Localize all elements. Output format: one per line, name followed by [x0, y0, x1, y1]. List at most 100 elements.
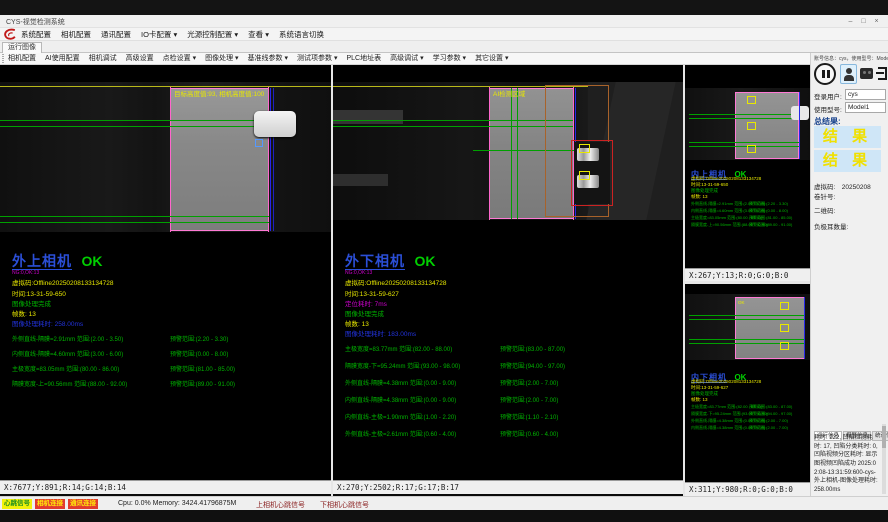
electrode-region: [735, 92, 799, 159]
gripper-clip: [791, 106, 809, 120]
toolbar-item-5[interactable]: 图像处理 ▾: [205, 54, 238, 64]
status-badge-0: 心跳信号: [2, 499, 32, 509]
ai-roi-label: AI检测区域: [493, 88, 525, 98]
measure-line: [689, 146, 799, 147]
close-button[interactable]: ×: [871, 17, 882, 27]
cpu-memory-text: Cpu: 0.0% Memory: 3424.41796875M: [118, 500, 236, 507]
tab-marker-box: [747, 122, 756, 130]
menu-item-6[interactable]: 系统语言切换: [279, 29, 324, 40]
pause-icon: [827, 70, 830, 78]
camera-image-inner-top[interactable]: [685, 88, 810, 160]
user-icon: [846, 68, 852, 74]
camera-view-left[interactable]: 目标高度值:93, 相机高度值:100 外上相机 OK NG:0,OK:13 虚…: [0, 65, 331, 480]
baseline-blue: [799, 92, 800, 159]
device-icon: [868, 71, 871, 74]
maximize-button[interactable]: □: [858, 17, 869, 27]
log-scrollbar[interactable]: [882, 424, 886, 494]
barcode-text: 虚拟码:Offline20250208133134728: [12, 277, 113, 287]
measurement-row: 主极宽度=83.77mm 范围:(82.00 - 88.00)预警范围:(83.…: [345, 344, 680, 353]
measurement-row: 隔膜宽度-上=90.56mm 范围:(88.00 - 92.00)预警范围:(8…: [691, 222, 809, 228]
frame-count-text: 帧数: 13: [691, 194, 708, 200]
virtual-code-label: 虚拟码:: [814, 184, 835, 191]
measurement-row: 外侧直线-隔膜=4.38mm 范围:(0.00 - 9.00)预警范围:(2.0…: [691, 418, 809, 424]
machine-part: [333, 174, 388, 186]
toolbar: 相机配置 AI使用配置相机调试高级设置点检设置 ▾ 图像处理 ▾ 基准线参数 ▾ 测试项…: [0, 53, 810, 65]
frame-count-text: 帧数: 13: [691, 397, 708, 403]
height-overlay-text: 目标高度值:93, 相机高度值:100: [174, 88, 264, 98]
menu-item-3[interactable]: IO卡配置 ▾: [141, 29, 177, 40]
measurement-row: 内侧直线-隔膜=4.38mm 范围:(0.00 - 9.00)预警范围:(2.0…: [345, 395, 680, 404]
measure-line: [689, 142, 799, 143]
pause-button[interactable]: [814, 63, 836, 85]
edge-line-left: [170, 87, 171, 232]
measurement-row: 内侧直线-隔膜=4.60mm 范围:(3.00 - 6.00)预警范围:(0.0…: [691, 208, 809, 214]
measurement-row: 外侧直线-隔膜=2.91mm 范围:(2.00 - 3.50)预警范围:(2.2…: [691, 201, 809, 207]
exit-button[interactable]: [876, 64, 888, 84]
toolbar-item-1[interactable]: AI使用配置: [45, 54, 80, 64]
panel-info-line: 账号信息：cys，使用型号：Model1: [814, 55, 888, 62]
toolbar-item-0[interactable]: 相机配置: [8, 54, 36, 64]
toolbar-item-7[interactable]: 测试项参数 ▾: [297, 54, 337, 64]
menu-item-4[interactable]: 光源控制配置 ▾: [187, 29, 238, 40]
menu-item-0[interactable]: 系统配置: [21, 29, 51, 40]
camera-view-middle[interactable]: AI检测区域 外下相机 OK NG:0,OK:13 虚拟码:Offline202…: [333, 65, 683, 480]
camera-name: 外下相机: [345, 253, 405, 270]
menu-item-2[interactable]: 通讯配置: [101, 29, 131, 40]
measurement-list: 外侧直线-隔膜=2.91mm 范围:(2.00 - 3.50)预警范围:(2.2…: [12, 334, 327, 404]
menu-item-1[interactable]: 相机配置: [61, 29, 91, 40]
exit-icon: [876, 72, 884, 74]
toolbar-item-2[interactable]: 相机调试: [89, 54, 117, 64]
minimize-button[interactable]: –: [845, 17, 856, 27]
toolbar-item-9[interactable]: 高级调试 ▾: [390, 54, 423, 64]
result-text: 结 果: [823, 152, 872, 169]
time-text: 时间:13-31-59-650: [12, 288, 66, 298]
menu-items: 系统配置相机配置通讯配置 IO卡配置 ▾ 光源控制配置 ▾ 查看 ▾ 系统语言切换: [21, 29, 324, 40]
camera-view-inner-top[interactable]: 内上相机 OK 虚拟码:Offline20250208133134728 时间:…: [685, 65, 810, 268]
toolbar-item-6[interactable]: 基准线参数 ▾: [248, 54, 288, 64]
tab-marker-box: [747, 145, 756, 153]
toolbar-item-8[interactable]: PLC地址表: [347, 54, 382, 64]
model-field[interactable]: Model1: [845, 102, 886, 113]
measurement-row: 外侧直线-隔膜=2.91mm 范围:(2.00 - 3.50)预警范围:(2.2…: [12, 334, 327, 343]
login-user-field[interactable]: cys: [845, 89, 886, 100]
control-panel: 账号信息：cys，使用型号：Model1 登录用户: cys 使用型号: Mod…: [810, 53, 888, 496]
toolbar-item-11[interactable]: 其它设置 ▾: [475, 54, 508, 64]
baseline-blue: [273, 88, 274, 231]
result-block-bottom: 结 果: [814, 150, 881, 172]
toolbar-item-4[interactable]: 点检设置 ▾: [163, 54, 196, 64]
login-user-label: 登录用户:: [814, 91, 842, 101]
tab-run-image[interactable]: 运行图像: [2, 42, 42, 53]
measure-line: [689, 315, 805, 316]
virtual-code-value: 20250208: [842, 184, 871, 191]
neg-tab-count-label: 负极耳数量:: [814, 221, 848, 231]
device-button[interactable]: [859, 64, 875, 84]
toolbar-item-3[interactable]: 高级设置: [126, 54, 154, 64]
camera-view-inner-bottom[interactable]: OK 内下相机 OK 虚拟码:Offline20250208133134728 …: [685, 284, 810, 482]
measurement-list-mini: 主极宽度=83.77mm 范围:(82.00 - 88.00)预警范围:(83.…: [691, 404, 809, 434]
camera-image-left[interactable]: 目标高度值:93, 相机高度值:100: [0, 82, 331, 232]
coord-bar-inner-bottom: X:311;Y:980;R:0;G:0;B:0: [685, 482, 810, 496]
status-ok: OK: [414, 253, 435, 269]
measure-vline: [511, 88, 512, 219]
window-title: CYS-视觉检测系统: [6, 17, 65, 27]
status-ok: OK: [81, 253, 102, 269]
edge-line-left: [489, 87, 490, 220]
measurement-row: 隔膜宽度-下=95.24mm 范围:(93.00 - 98.00)预警范围:(9…: [691, 411, 809, 417]
model-label: 使用型号:: [814, 104, 842, 114]
tab-marker-box: [780, 324, 789, 332]
electrode-region: [735, 297, 805, 359]
user-icon: [844, 75, 854, 81]
log-scrollbar-thumb[interactable]: [882, 426, 886, 448]
user-login-button[interactable]: [840, 64, 857, 84]
measurement-row: 主极宽度=83.05mm 范围:(80.00 - 86.00)预警范围:(81.…: [12, 364, 327, 373]
toolbar-items: 相机配置 AI使用配置相机调试高级设置点检设置 ▾ 图像处理 ▾ 基准线参数 ▾ 测试项…: [8, 54, 509, 64]
tab-marker-box: [747, 96, 756, 104]
menu-item-5[interactable]: 查看 ▾: [248, 29, 269, 40]
camera-image-inner-bottom[interactable]: OK: [685, 294, 810, 360]
toolbar-item-10[interactable]: 学习参数 ▾: [433, 54, 466, 64]
frame-count-text: 帧数: 13: [345, 318, 369, 328]
frame-count-text: 帧数: 13: [12, 308, 36, 318]
desktop-strip: [0, 0, 888, 15]
measure-line: [689, 339, 805, 340]
camera-image-middle[interactable]: AI检测区域: [333, 82, 683, 220]
